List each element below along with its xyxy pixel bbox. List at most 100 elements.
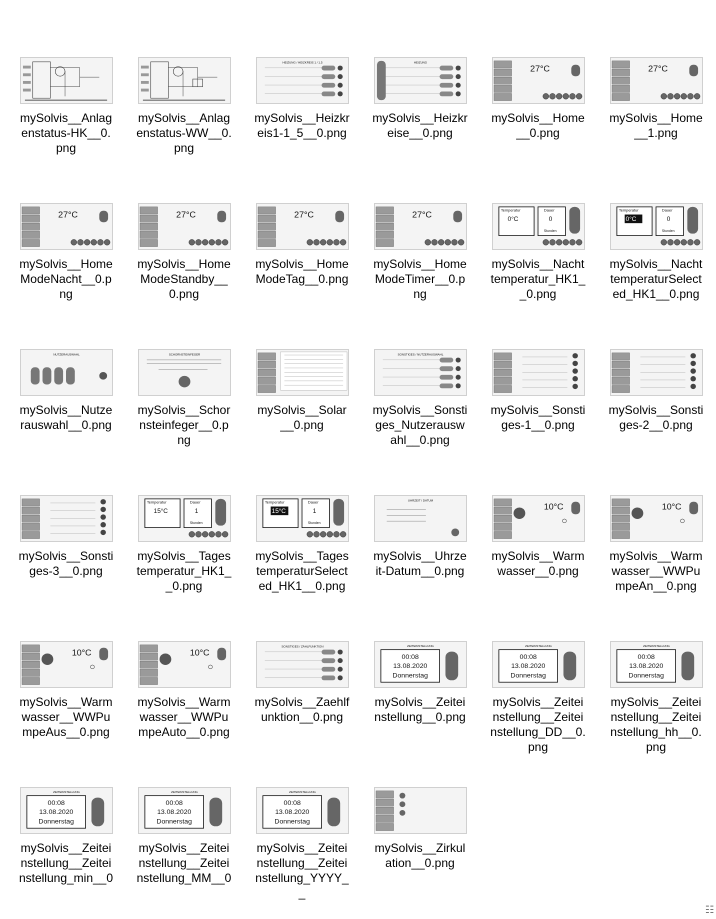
file-item[interactable]: mySolvis__Anlagenstatus-HK__0.png: [18, 57, 114, 203]
file-item[interactable]: 27°C mySolvis__HomeModeTag__0.png: [254, 203, 350, 349]
file-item[interactable]: 10°C mySolvis__Warmwasser__WWPumpeAus__0.…: [18, 641, 114, 787]
file-thumbnail[interactable]: 10°C: [609, 495, 703, 542]
file-thumbnail[interactable]: ZEITEINSTELLUNG 00:08 13.08.2020 Donnerstag: [491, 641, 585, 688]
file-item[interactable]: ZEITEINSTELLUNG 00:08 13.08.2020 Donnerstag…: [490, 641, 586, 787]
file-item[interactable]: SONSTIGES / NUTZERAUSWAHL mySolvis__Sonst…: [372, 349, 468, 495]
file-thumbnail[interactable]: NUTZERAUSWAHL: [19, 349, 113, 396]
thumbnail-image: [492, 350, 584, 395]
file-item[interactable]: 27°C mySolvis__Home__1.png: [608, 57, 704, 203]
file-item[interactable]: 10°C mySolvis__Warmwasser__0.png: [490, 495, 586, 641]
file-thumbnail[interactable]: [19, 495, 113, 542]
file-thumbnail[interactable]: [19, 57, 113, 104]
file-item[interactable]: UHRZEIT / DATUM mySolvis__Uhrzeit-Datum__…: [372, 495, 468, 641]
file-name: mySolvis__Sonstiges-1__0.png: [490, 403, 586, 432]
svg-text:HEIZUNG / HEIZKREIS 1 / 1,5: HEIZUNG / HEIZKREIS 1 / 1,5: [282, 61, 322, 65]
thumbnail-image: 27°C: [20, 204, 112, 249]
file-thumbnail[interactable]: 27°C: [491, 57, 585, 104]
thumbnail-image: Temperatur Dauer 15°C 1 Stunden: [138, 496, 230, 541]
file-item[interactable]: Temperatur Dauer 15°C 1 Stunden mySolvis__Tag…: [136, 495, 232, 641]
file-thumbnail[interactable]: SCHORNSTEINFEGER: [137, 349, 231, 396]
file-item[interactable]: mySolvis__Zirkulation__0.png: [372, 787, 468, 919]
svg-text:HEIZUNG: HEIZUNG: [413, 61, 427, 65]
file-thumbnail[interactable]: UHRZEIT / DATUM: [373, 495, 467, 542]
thumbnail-image: [138, 58, 230, 103]
file-thumbnail[interactable]: Temperatur Dauer 0°C 0 Stunden: [491, 203, 585, 250]
svg-text:13.08.2020: 13.08.2020: [629, 663, 663, 670]
file-item[interactable]: 27°C mySolvis__Home__0.png: [490, 57, 586, 203]
file-item[interactable]: Temperatur Dauer 15°C 1 Stunden mySolvis__Tag…: [254, 495, 350, 641]
thumbnail-image: 27°C: [610, 58, 702, 103]
file-thumbnail[interactable]: 27°C: [19, 203, 113, 250]
file-item[interactable]: ZEITEINSTELLUNG 00:08 13.08.2020 Donnerstag…: [136, 787, 232, 919]
thumbnail-image: 10°C: [20, 642, 112, 687]
file-name: mySolvis__Heizkreise__0.png: [372, 111, 468, 140]
file-thumbnail[interactable]: HEIZUNG: [373, 57, 467, 104]
file-thumbnail[interactable]: SONSTIGES / ZÄHLFUNKTION: [255, 641, 349, 688]
file-item[interactable]: ZEITEINSTELLUNG 00:08 13.08.2020 Donnerstag…: [254, 787, 350, 919]
svg-text:Stunden: Stunden: [307, 521, 320, 525]
file-item[interactable]: 10°C mySolvis__Warmwasser__WWPumpeAuto__0…: [136, 641, 232, 787]
file-name: mySolvis__Nachttemperatur_HK1__0.png: [490, 257, 586, 301]
file-thumbnail[interactable]: ZEITEINSTELLUNG 00:08 13.08.2020 Donnerstag: [255, 787, 349, 834]
file-item[interactable]: 10°C mySolvis__Warmwasser__WWPumpeAn__0.p…: [608, 495, 704, 641]
file-thumbnail[interactable]: 27°C: [255, 203, 349, 250]
svg-text:00:08: 00:08: [47, 800, 64, 807]
file-thumbnail[interactable]: 27°C: [373, 203, 467, 250]
file-item[interactable]: Temperatur Dauer 0°C 0 Stunden mySolvis__Nach…: [608, 203, 704, 349]
thumbnail-image: [20, 496, 112, 541]
svg-text:10°C: 10°C: [71, 647, 91, 657]
thumbnail-image: NUTZERAUSWAHL: [20, 350, 112, 395]
file-item[interactable]: HEIZUNG / HEIZKREIS 1 / 1,5 mySolvis__Hei…: [254, 57, 350, 203]
file-item[interactable]: 27°C mySolvis__HomeModeTimer__0.png: [372, 203, 468, 349]
file-name: mySolvis__Anlagenstatus-HK__0.png: [19, 111, 113, 155]
file-item[interactable]: HEIZUNG mySolvis__Heizkreise__0.png: [372, 57, 468, 203]
file-thumbnail[interactable]: ZEITEINSTELLUNG 00:08 13.08.2020 Donnerstag: [373, 641, 467, 688]
file-thumbnail[interactable]: SONSTIGES / NUTZERAUSWAHL: [373, 349, 467, 396]
file-thumbnail[interactable]: [491, 349, 585, 396]
file-thumbnail[interactable]: Temperatur Dauer 0°C 0 Stunden: [609, 203, 703, 250]
svg-text:10°C: 10°C: [661, 501, 681, 511]
file-item[interactable]: SONSTIGES / ZÄHLFUNKTION mySolvis__Zaehlf…: [254, 641, 350, 787]
file-thumbnail[interactable]: [373, 787, 467, 834]
file-thumbnail[interactable]: 10°C: [137, 641, 231, 688]
file-thumbnail[interactable]: HEIZUNG / HEIZKREIS 1 / 1,5: [255, 57, 349, 104]
file-thumbnail[interactable]: 10°C: [491, 495, 585, 542]
file-item[interactable]: mySolvis__Solar__0.png: [254, 349, 350, 495]
file-item[interactable]: mySolvis__Sonstiges-3__0.png: [18, 495, 114, 641]
file-thumbnail[interactable]: [255, 349, 349, 396]
svg-text:00:08: 00:08: [165, 800, 182, 807]
file-item[interactable]: ZEITEINSTELLUNG 00:08 13.08.2020 Donnerstag…: [372, 641, 468, 787]
file-thumbnail[interactable]: ZEITEINSTELLUNG 00:08 13.08.2020 Donnerstag: [609, 641, 703, 688]
file-name: mySolvis__Zeiteinstellung__Zeiteinstellu…: [610, 695, 702, 754]
file-item[interactable]: 27°C mySolvis__HomeModeStandby__0.png: [136, 203, 232, 349]
thumbnail-image: HEIZUNG: [374, 58, 466, 103]
file-item[interactable]: mySolvis__Anlagenstatus-WW__0.png: [136, 57, 232, 203]
file-thumbnail[interactable]: [137, 57, 231, 104]
file-item[interactable]: Temperatur Dauer 0°C 0 Stunden mySolvis__Nach…: [490, 203, 586, 349]
file-thumbnail[interactable]: Temperatur Dauer 15°C 1 Stunden: [255, 495, 349, 542]
file-item[interactable]: SCHORNSTEINFEGER mySolvis__Schornsteinfeg…: [136, 349, 232, 495]
file-thumbnail[interactable]: Temperatur Dauer 15°C 1 Stunden: [137, 495, 231, 542]
file-thumbnail[interactable]: 27°C: [137, 203, 231, 250]
svg-text:15°C: 15°C: [271, 507, 286, 515]
svg-text:0: 0: [666, 216, 670, 223]
file-thumbnail[interactable]: 27°C: [609, 57, 703, 104]
view-grip-icon[interactable]: ☷: [694, 905, 714, 917]
thumbnail-image: HEIZUNG / HEIZKREIS 1 / 1,5: [256, 58, 348, 103]
file-thumbnail[interactable]: ZEITEINSTELLUNG 00:08 13.08.2020 Donnerstag: [137, 787, 231, 834]
file-item[interactable]: ZEITEINSTELLUNG 00:08 13.08.2020 Donnerstag…: [18, 787, 114, 919]
file-item[interactable]: mySolvis__Sonstiges-1__0.png: [490, 349, 586, 495]
svg-text:13.08.2020: 13.08.2020: [511, 663, 545, 670]
svg-text:27°C: 27°C: [530, 63, 550, 73]
svg-text:13.08.2020: 13.08.2020: [393, 663, 427, 670]
file-thumbnail[interactable]: 10°C: [19, 641, 113, 688]
file-item[interactable]: ZEITEINSTELLUNG 00:08 13.08.2020 Donnerstag…: [608, 641, 704, 787]
svg-text:15°C: 15°C: [153, 507, 168, 515]
file-item[interactable]: 27°C mySolvis__HomeModeNacht__0.png: [18, 203, 114, 349]
file-thumbnail[interactable]: ZEITEINSTELLUNG 00:08 13.08.2020 Donnerstag: [19, 787, 113, 834]
thumbnail-image: 10°C: [138, 642, 230, 687]
file-item[interactable]: NUTZERAUSWAHL mySolvis__Nutzerauswahl__0.…: [18, 349, 114, 495]
file-item[interactable]: mySolvis__Sonstiges-2__0.png: [608, 349, 704, 495]
file-thumbnail[interactable]: [609, 349, 703, 396]
file-name: mySolvis__Zeiteinstellung__Zeiteinstellu…: [136, 841, 232, 885]
